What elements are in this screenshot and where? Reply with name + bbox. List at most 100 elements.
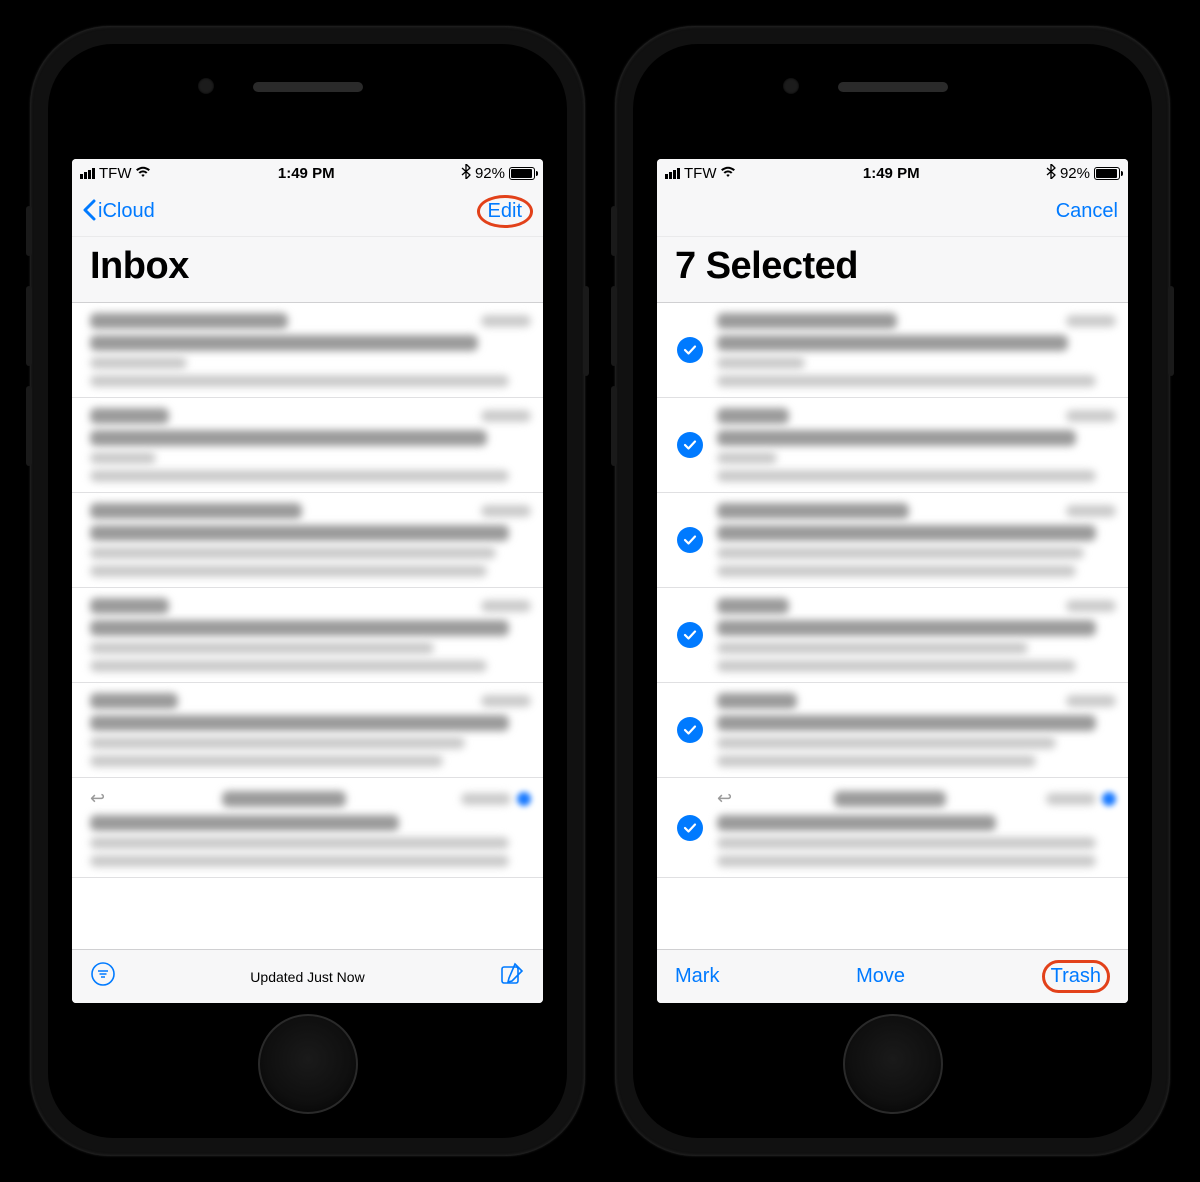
signal-icon (80, 168, 95, 179)
sender-blur (90, 408, 169, 424)
time-blur (1046, 793, 1096, 805)
mail-body (717, 503, 1116, 577)
volume-up (26, 286, 32, 366)
subject-blur (90, 335, 478, 351)
cancel-button[interactable]: Cancel (1056, 200, 1118, 223)
battery-icon (509, 167, 535, 180)
toolbar: Updated Just Now (72, 949, 543, 1003)
checkmark-icon (677, 815, 703, 841)
compose-icon[interactable] (499, 961, 525, 993)
select-checkbox[interactable] (675, 408, 705, 482)
back-button[interactable]: iCloud (82, 199, 155, 225)
time-blur (1066, 600, 1116, 612)
preview-blur (90, 357, 187, 369)
nav-bar: iCloud Edit (72, 187, 543, 237)
select-checkbox[interactable] (675, 693, 705, 767)
preview-blur (717, 470, 1096, 482)
time-blur (1066, 410, 1116, 422)
mail-row[interactable] (72, 493, 543, 588)
mark-button[interactable]: Mark (675, 965, 719, 988)
mail-body (717, 408, 1116, 482)
select-checkbox[interactable] (675, 598, 705, 672)
trash-highlight: Trash (1042, 960, 1110, 993)
mail-row[interactable] (657, 493, 1128, 588)
sender-blur (90, 503, 302, 519)
wifi-icon (135, 165, 151, 181)
preview-blur (90, 452, 156, 464)
home-button[interactable] (258, 1014, 358, 1114)
mail-body: ↩ (717, 788, 1116, 867)
preview-blur (717, 547, 1084, 559)
status-bar: TFW 1:49 PM 92% (657, 159, 1128, 187)
wifi-icon (720, 165, 736, 181)
mail-row[interactable] (657, 303, 1128, 398)
mail-row[interactable]: ↩ (72, 778, 543, 878)
volume-down (26, 386, 32, 466)
sender-blur (717, 408, 789, 424)
reply-icon: ↩ (717, 788, 732, 809)
status-dot-icon (517, 792, 531, 806)
mail-row[interactable] (657, 683, 1128, 778)
sender-blur (717, 598, 789, 614)
mail-list[interactable]: ↩ (657, 303, 1128, 949)
mail-body (90, 693, 531, 767)
checkmark-icon (677, 717, 703, 743)
sender-blur (717, 503, 909, 519)
subject-blur (90, 525, 509, 541)
bluetooth-icon (461, 164, 471, 183)
subject-blur (90, 430, 487, 446)
filter-icon[interactable] (90, 961, 116, 993)
mail-row[interactable] (657, 398, 1128, 493)
speaker-grille (253, 82, 363, 92)
preview-blur (90, 642, 434, 654)
front-camera (783, 78, 799, 94)
checkmark-icon (677, 337, 703, 363)
preview-blur (90, 755, 443, 767)
preview-blur (717, 375, 1096, 387)
subject-blur (90, 815, 399, 831)
mail-row[interactable] (657, 588, 1128, 683)
screen-right: TFW 1:49 PM 92% Cancel (657, 159, 1128, 1003)
trash-button[interactable]: Trash (1051, 965, 1101, 987)
preview-blur (717, 755, 1036, 767)
subject-blur (90, 620, 509, 636)
carrier-label: TFW (684, 165, 716, 182)
mail-row[interactable]: ↩ (657, 778, 1128, 878)
mail-row[interactable] (72, 683, 543, 778)
preview-blur (90, 547, 496, 559)
edit-button[interactable]: Edit (488, 200, 522, 223)
speaker-grille (838, 82, 948, 92)
sender-blur (717, 693, 797, 709)
mail-list[interactable]: ↩ (72, 303, 543, 949)
toolbar-status: Updated Just Now (116, 969, 499, 985)
phone-right: TFW 1:49 PM 92% Cancel (615, 26, 1170, 1156)
preview-blur (717, 737, 1056, 749)
preview-blur (717, 565, 1076, 577)
select-checkbox[interactable] (675, 788, 705, 867)
sender-blur (222, 791, 345, 807)
mail-row[interactable] (72, 303, 543, 398)
power-button (1168, 286, 1174, 376)
select-checkbox[interactable] (675, 313, 705, 387)
mail-row[interactable] (72, 588, 543, 683)
toolbar: Mark Move Trash (657, 949, 1128, 1003)
mail-body (90, 313, 531, 387)
page-title: Inbox (90, 245, 525, 288)
checkmark-icon (677, 622, 703, 648)
back-label: iCloud (98, 200, 155, 223)
phone-left: TFW 1:49 PM 92% (30, 26, 585, 1156)
status-time: 1:49 PM (863, 165, 920, 182)
front-camera (198, 78, 214, 94)
select-checkbox[interactable] (675, 503, 705, 577)
time-blur (481, 410, 531, 422)
mail-row[interactable] (72, 398, 543, 493)
move-button[interactable]: Move (856, 965, 905, 988)
time-blur (1066, 505, 1116, 517)
checkmark-icon (677, 527, 703, 553)
subject-blur (717, 620, 1096, 636)
home-button[interactable] (843, 1014, 943, 1114)
preview-blur (717, 357, 805, 369)
preview-blur (90, 375, 509, 387)
preview-blur (90, 565, 487, 577)
subject-blur (90, 715, 509, 731)
